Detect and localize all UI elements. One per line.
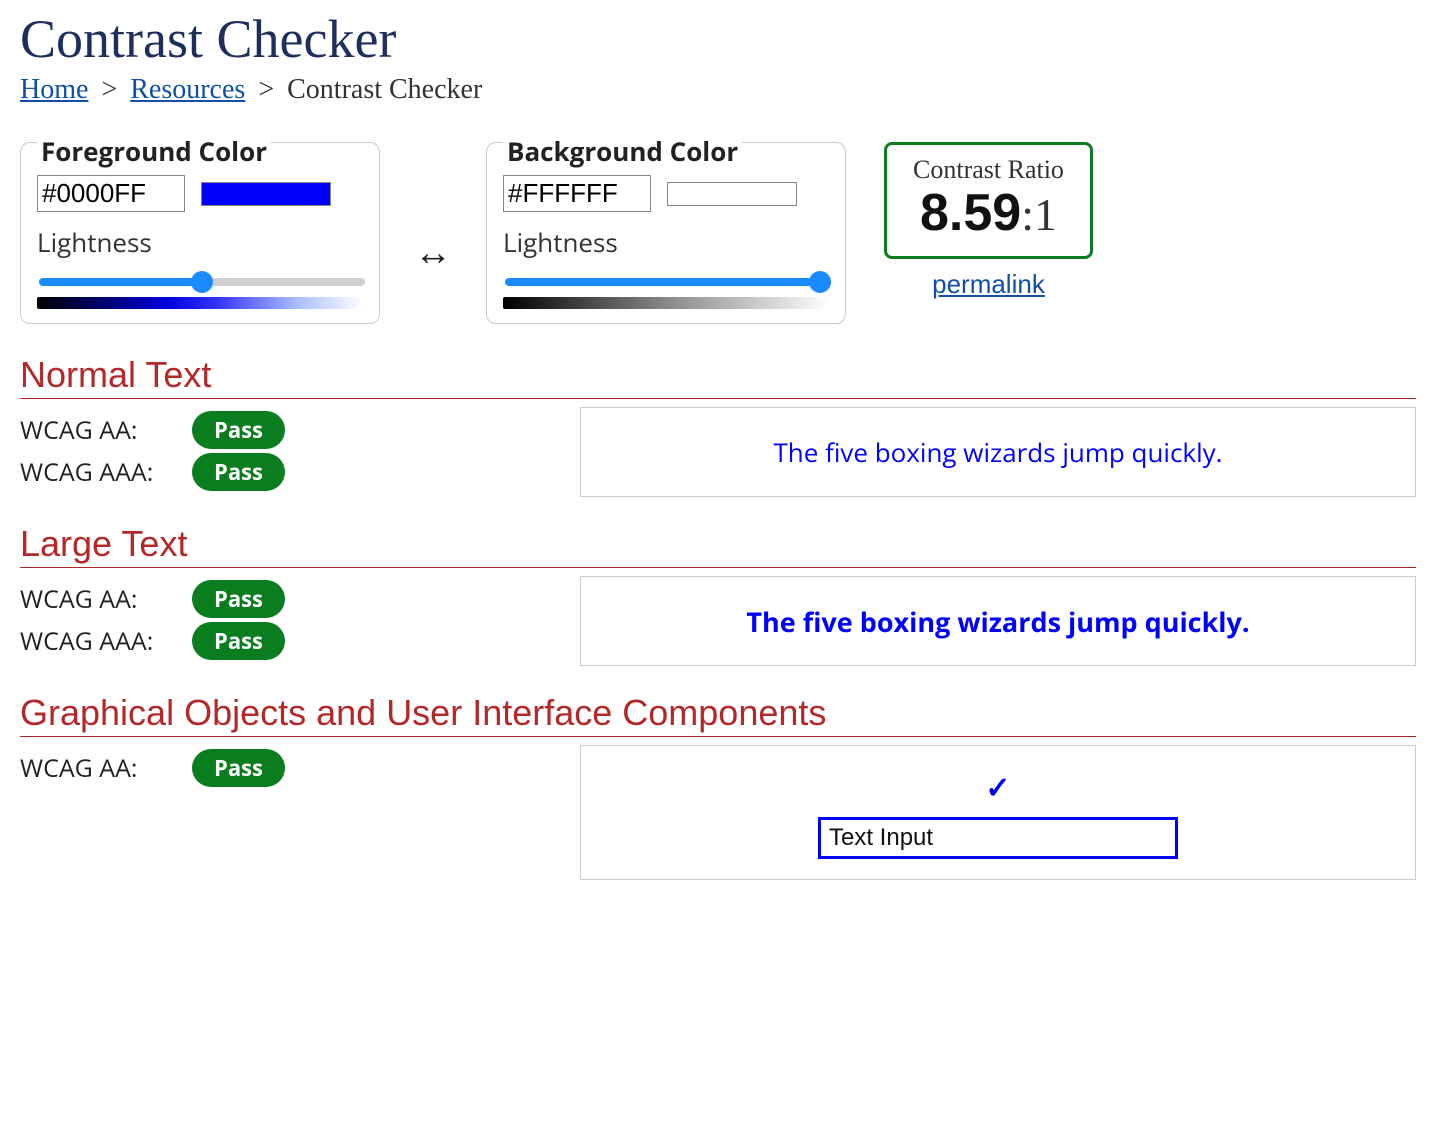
large-aaa-result-badge: Pass [192, 622, 285, 660]
contrast-ratio-title: Contrast Ratio [913, 155, 1064, 185]
breadcrumb-sep: > [101, 74, 117, 105]
large-aaa-label: WCAG AAA: [20, 624, 170, 658]
background-legend: Background Color [503, 133, 742, 169]
foreground-legend: Foreground Color [37, 133, 271, 169]
foreground-gradient-strip [37, 297, 363, 309]
background-hex-input[interactable] [503, 175, 651, 212]
foreground-hex-input[interactable] [37, 175, 185, 212]
page-title: Contrast Checker [20, 8, 1416, 70]
contrast-ratio-box: Contrast Ratio 8.59:1 [884, 142, 1093, 259]
breadcrumb-resources-link[interactable]: Resources [130, 74, 245, 105]
background-lightness-slider[interactable] [505, 278, 831, 286]
breadcrumb-home-link[interactable]: Home [20, 74, 88, 105]
section-heading-normal: Normal Text [20, 354, 1416, 399]
ui-aa-label: WCAG AA: [20, 751, 170, 785]
normal-text-preview: The five boxing wizards jump quickly. [580, 407, 1416, 497]
foreground-lightness-slider[interactable] [39, 278, 365, 286]
ui-components-preview: ✓ [580, 745, 1416, 880]
large-text-preview: The five boxing wizards jump quickly. [580, 576, 1416, 666]
contrast-ratio-number: 8.59 [920, 184, 1021, 242]
normal-aa-result-badge: Pass [192, 411, 285, 449]
background-lightness-label: Lightness [503, 224, 829, 260]
breadcrumb-sep: > [258, 74, 274, 105]
normal-sample-text: The five boxing wizards jump quickly. [773, 434, 1222, 470]
breadcrumb-current: Contrast Checker [287, 74, 482, 105]
ui-aa-result-badge: Pass [192, 749, 285, 787]
swap-colors-icon[interactable]: ↔ [414, 232, 452, 270]
large-aa-result-badge: Pass [192, 580, 285, 618]
contrast-ratio-suffix: :1 [1021, 189, 1057, 240]
breadcrumb: Home > Resources > Contrast Checker [20, 74, 1416, 106]
normal-aa-label: WCAG AA: [20, 413, 170, 447]
background-swatch[interactable] [667, 182, 797, 206]
check-icon: ✓ [985, 766, 1010, 807]
normal-aaa-label: WCAG AAA: [20, 455, 170, 489]
background-color-panel: Background Color Lightness [486, 142, 846, 324]
section-heading-large: Large Text [20, 523, 1416, 568]
section-heading-ui: Graphical Objects and User Interface Com… [20, 692, 1416, 737]
large-aa-label: WCAG AA: [20, 582, 170, 616]
contrast-ratio-value: 8.59:1 [913, 185, 1064, 242]
normal-aaa-result-badge: Pass [192, 453, 285, 491]
permalink-link[interactable]: permalink [932, 269, 1045, 300]
foreground-lightness-label: Lightness [37, 224, 363, 260]
demo-text-input[interactable] [818, 817, 1178, 859]
foreground-swatch[interactable] [201, 182, 331, 206]
large-sample-text: The five boxing wizards jump quickly. [746, 603, 1249, 640]
foreground-color-panel: Foreground Color Lightness [20, 142, 380, 324]
background-gradient-strip [503, 297, 829, 309]
